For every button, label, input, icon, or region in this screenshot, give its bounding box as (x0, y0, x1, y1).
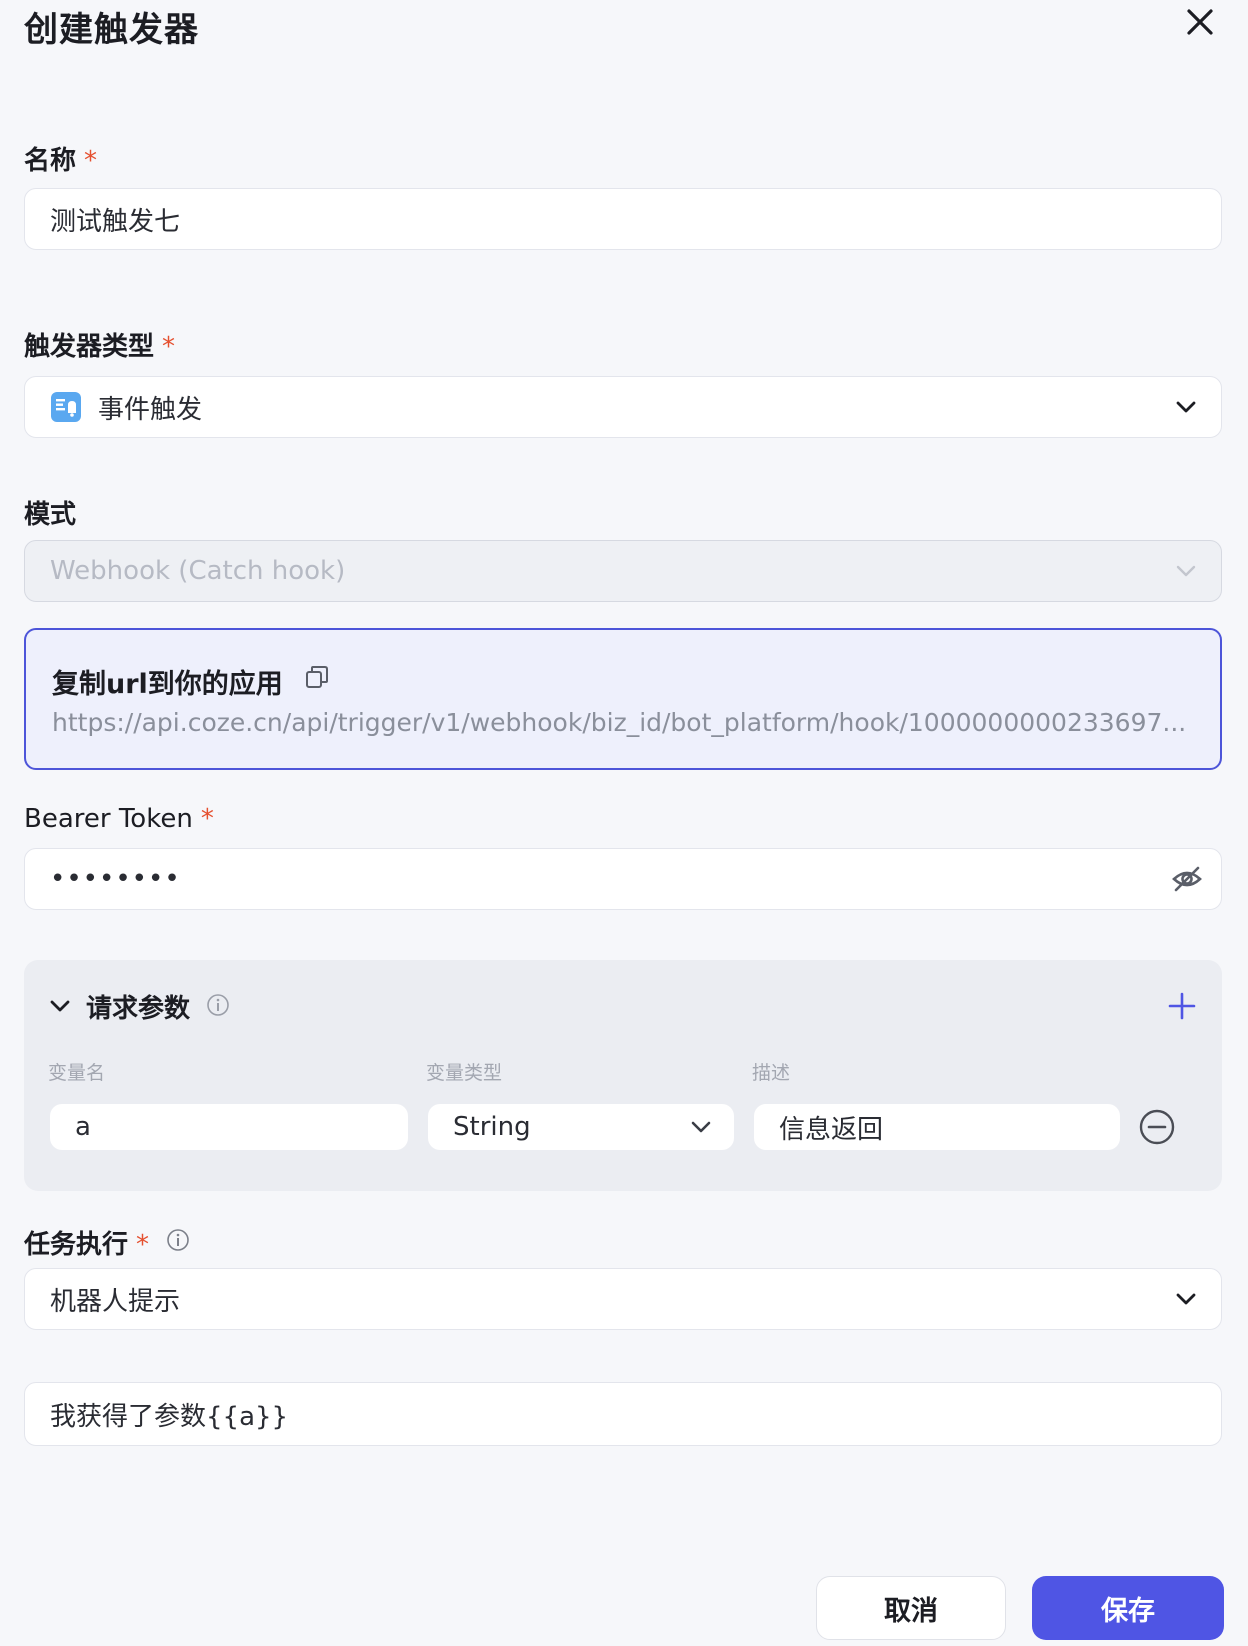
dialog-title: 创建触发器 (24, 10, 199, 50)
webhook-url-title: 复制url到你的应用 (52, 669, 283, 700)
trigger-type-label: 触发器类型 * (24, 326, 175, 363)
create-trigger-dialog: 创建触发器 名称 * 测试触发七 触发器类型 * 事件触发 模式 Webhook (… (0, 0, 1248, 1646)
copy-icon[interactable] (304, 664, 330, 690)
trigger-type-select[interactable]: 事件触发 (24, 376, 1222, 438)
prompt-value: 我获得了参数{{a}} (50, 1401, 289, 1432)
request-params-panel (24, 960, 1222, 1191)
param-type-value: String (453, 1112, 531, 1142)
remove-param-button[interactable] (1138, 1108, 1176, 1146)
close-icon (1187, 9, 1213, 35)
webhook-url-text[interactable]: https://api.coze.cn/api/trigger/v1/webho… (52, 708, 1192, 737)
trigger-type-value: 事件触发 (98, 394, 203, 425)
chevron-down-icon (691, 1121, 711, 1133)
chevron-down-icon (1176, 1293, 1196, 1305)
column-header-type: 变量类型 (426, 1062, 503, 1084)
bearer-token-label: Bearer Token * (24, 804, 214, 834)
name-label: 名称 * (24, 140, 97, 177)
task-execution-select[interactable]: 机器人提示 (24, 1268, 1222, 1330)
param-description-input[interactable]: 信息返回 (754, 1104, 1120, 1150)
close-button[interactable] (1180, 0, 1220, 44)
event-trigger-icon (51, 392, 81, 422)
prompt-input[interactable]: 我获得了参数{{a}} (24, 1382, 1222, 1446)
required-mark: * (84, 146, 98, 176)
save-button[interactable]: 保存 (1032, 1576, 1224, 1640)
param-name-value: a (75, 1112, 91, 1142)
mode-label: 模式 (24, 500, 77, 530)
bearer-token-label-text: Bearer Token (24, 804, 193, 834)
task-execution-value: 机器人提示 (50, 1286, 181, 1317)
task-execution-label-text: 任务执行 (24, 1230, 129, 1260)
bearer-token-value: •••••••• (50, 864, 181, 894)
trigger-type-label-text: 触发器类型 (24, 332, 155, 362)
param-type-select[interactable]: String (428, 1104, 734, 1150)
chevron-down-icon (1176, 401, 1196, 413)
column-header-description: 描述 (752, 1062, 791, 1084)
name-label-text: 名称 (24, 146, 77, 176)
add-param-button[interactable] (1166, 990, 1198, 1022)
request-params-title: 请求参数 (86, 994, 191, 1024)
column-header-name: 变量名 (48, 1062, 106, 1084)
info-icon[interactable] (166, 1228, 190, 1252)
required-mark: * (162, 332, 176, 362)
task-execution-label: 任务执行 * (24, 1224, 149, 1261)
info-icon[interactable] (206, 993, 230, 1017)
cancel-button[interactable]: 取消 (816, 1576, 1006, 1640)
param-description-value: 信息返回 (779, 1114, 884, 1145)
mode-value: Webhook (Catch hook) (50, 556, 346, 586)
name-input[interactable]: 测试触发七 (24, 188, 1222, 250)
name-input-value: 测试触发七 (50, 206, 181, 237)
mode-select: Webhook (Catch hook) (24, 540, 1222, 602)
chevron-down-icon (1176, 565, 1196, 577)
required-mark: * (136, 1230, 150, 1260)
chevron-down-icon[interactable] (46, 992, 74, 1020)
required-mark: * (200, 804, 214, 834)
webhook-url-box: 复制url到你的应用 https://api.coze.cn/api/trigg… (24, 628, 1222, 770)
eye-off-icon[interactable] (1171, 863, 1203, 895)
param-name-input[interactable]: a (50, 1104, 408, 1150)
bearer-token-input[interactable]: •••••••• (24, 848, 1222, 910)
